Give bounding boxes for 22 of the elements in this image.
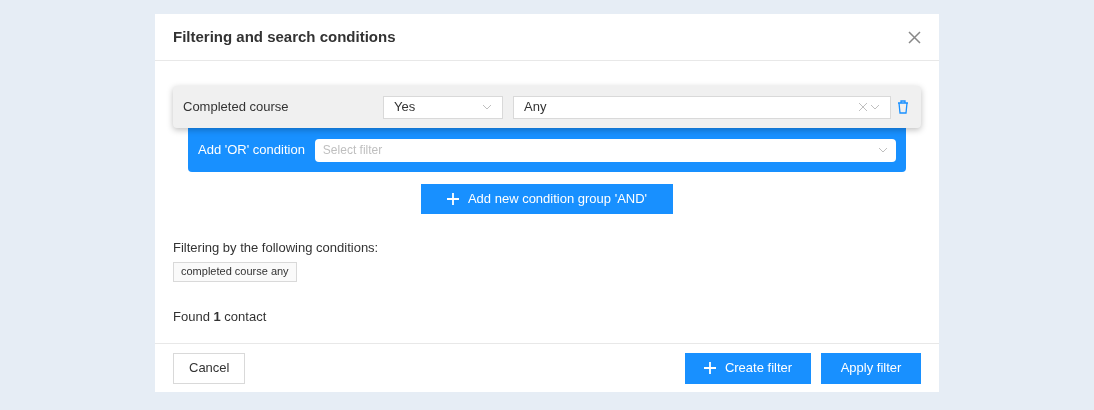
value-text: Any	[524, 98, 548, 117]
result-text: Found 1 contact	[173, 307, 268, 326]
condition-tag: completed course any	[173, 261, 297, 282]
condition-label: Completed course	[183, 98, 290, 117]
summary-label: Filtering by the following conditions:	[173, 239, 380, 257]
operator-select[interactable]: Yes	[383, 95, 503, 119]
add-group-button[interactable]: Add new condition group 'AND'	[421, 184, 673, 214]
caret-icon	[482, 104, 492, 110]
clear-icon[interactable]	[859, 103, 867, 111]
dialog-title: Filtering and search conditions	[173, 26, 396, 47]
cancel-button[interactable]: Cancel	[173, 352, 246, 384]
caret-icon	[870, 104, 880, 110]
plus-icon	[703, 362, 716, 374]
value-select[interactable]: Any	[513, 95, 891, 119]
apply-filter-button[interactable]: Apply filter	[821, 352, 921, 384]
caret-icon	[878, 147, 888, 153]
or-condition-label: Add 'OR' condition	[198, 141, 305, 160]
create-filter-button[interactable]: Create filter	[685, 352, 811, 384]
plus-icon	[446, 193, 459, 205]
filter-select[interactable]: Select filter	[314, 138, 896, 162]
close-icon[interactable]	[908, 30, 921, 44]
trash-icon[interactable]	[897, 100, 909, 114]
